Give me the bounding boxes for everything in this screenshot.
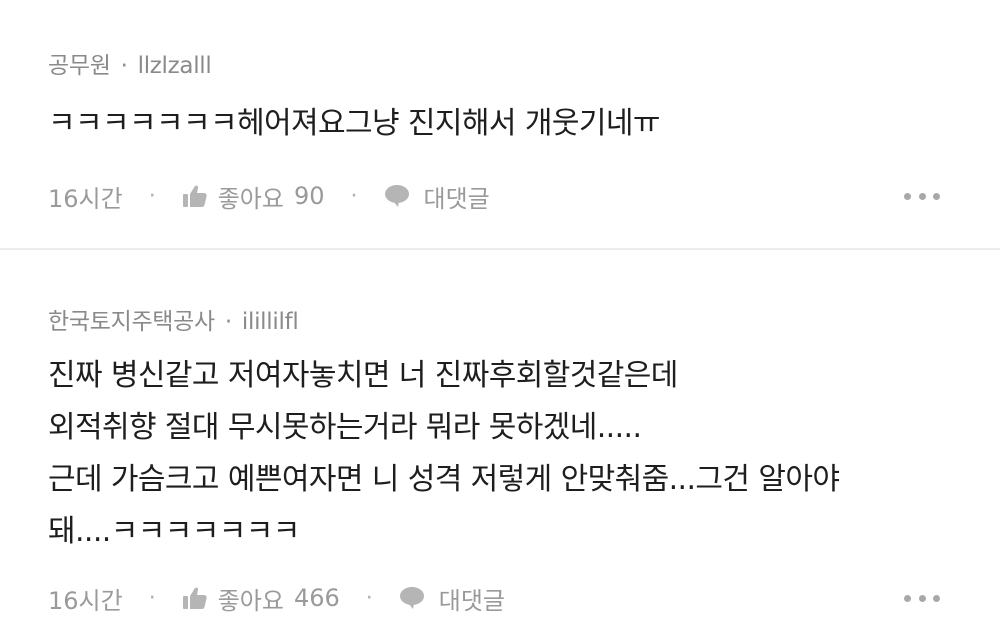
comment-time: 16시간 xyxy=(48,184,123,213)
meta-separator: · xyxy=(224,309,232,335)
more-dots-icon[interactable] xyxy=(904,191,940,201)
thumbs-up-icon[interactable] xyxy=(182,585,208,611)
comment-time: 16시간 xyxy=(48,586,123,615)
like-button[interactable]: 좋아요 xyxy=(218,581,284,616)
comment-text: 진짜 병신같고 저여자놓치면 너 진짜후회할것같은데 외적취향 절대 무시못하는… xyxy=(48,358,840,549)
comment-author[interactable]: 공무원 xyxy=(48,53,111,79)
comment-footer: 16시간 · 좋아요 466 · 대댓글 xyxy=(48,578,940,618)
footer-separator: · xyxy=(148,183,156,209)
comment-handle: llzlzalll xyxy=(137,53,212,79)
speech-bubble-icon[interactable] xyxy=(399,586,425,610)
like-count: 90 xyxy=(293,182,325,210)
comment-meta: 공무원 · llzlzalll xyxy=(48,46,212,80)
comment-text: ㅋㅋㅋㅋㅋㅋㅋ헤어져요그냥 진지해서 개웃기네ㅠ xyxy=(48,106,660,141)
thumbs-up-icon[interactable] xyxy=(182,183,208,209)
footer-separator: · xyxy=(148,585,156,611)
comment-footer: 16시간 · 좋아요 90 · 대댓글 xyxy=(48,176,940,216)
meta-separator: · xyxy=(120,53,128,79)
speech-bubble-icon[interactable] xyxy=(384,184,410,208)
reply-button[interactable]: 대댓글 xyxy=(439,581,505,616)
comment-handle: ilillilfl xyxy=(241,309,299,335)
like-button[interactable]: 좋아요 xyxy=(218,179,284,214)
more-dots-icon[interactable] xyxy=(904,593,940,603)
reply-button[interactable]: 대댓글 xyxy=(424,179,490,214)
like-count: 466 xyxy=(293,584,340,612)
comment-meta: 한국토지주택공사 · ilillilfl xyxy=(48,302,299,336)
footer-separator: · xyxy=(350,183,358,209)
footer-separator: · xyxy=(365,585,373,611)
comment-item: 공무원 · llzlzalll ㅋㅋㅋㅋㅋㅋㅋ헤어져요그냥 진지해서 개웃기네ㅠ 1… xyxy=(0,0,1000,248)
comment-author[interactable]: 한국토지주택공사 xyxy=(48,309,215,335)
comment-item: 한국토지주택공사 · ilillilfl 진짜 병신같고 저여자놓치면 너 진짜후회… xyxy=(0,250,1000,637)
